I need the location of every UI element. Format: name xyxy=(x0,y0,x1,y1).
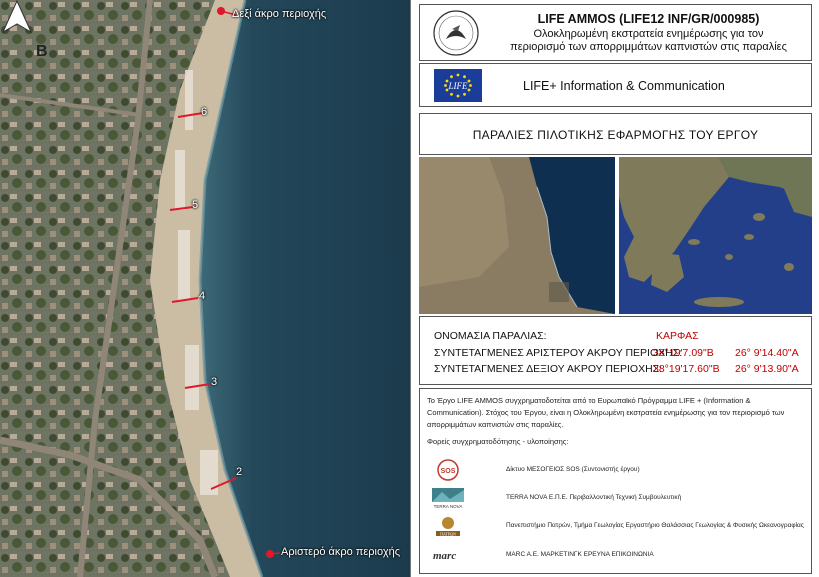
section-title: ΠΑΡΑΛΙΕΣ ΠΙΛΟΤΙΚΗΣ ΕΦΑΡΜΟΓΗΣ ΤΟΥ ΕΡΓΟΥ xyxy=(472,128,759,142)
svg-text:ΠΑΤΡΩΝ: ΠΑΤΡΩΝ xyxy=(440,531,456,536)
svg-text:SOS: SOS xyxy=(441,468,456,475)
program-label: LIFE+ Information & Communication xyxy=(523,79,725,93)
satellite-map: 6 5 4 3 2 Δεξί άκρο περιοχής Αριστερό άκ… xyxy=(0,0,411,577)
partner-row: marc MARC A.E. ΜΑΡΚΕΤΙΝΓΚ ΕΡΕΥΝΑ ΕΠΙΚΟΙΝ… xyxy=(430,544,810,566)
partner-text: TERRA NOVA Ε.Π.Ε. Περιβαλλοντική Τεχνική… xyxy=(506,494,682,501)
left-lat: 38°19'7.09"Β xyxy=(653,347,714,359)
life-ammos-logo-icon xyxy=(433,10,479,56)
left-lon: 26° 9'14.40"Α xyxy=(735,347,799,359)
marker-label: 4 xyxy=(199,290,206,302)
svg-text:TERRA NOVA: TERRA NOVA xyxy=(434,504,463,509)
right-lon: 26° 9'13.90"Α xyxy=(735,363,799,375)
beach-name-value: ΚΑΡΦΑΣ xyxy=(656,330,699,342)
partner-text: MARC A.E. ΜΑΡΚΕΤΙΝΓΚ ΕΡΕΥΝΑ ΕΠΙΚΟΙΝΩΝΙΑ xyxy=(506,551,654,558)
info-panel: LIFE AMMOS (LIFE12 INF/GR/000985) Ολοκλη… xyxy=(412,0,819,577)
location-maps xyxy=(419,157,812,314)
partner-row: SOS Δίκτυο ΜΕΣΟΓΕΙΟΣ SOS (Συντονιστής έρ… xyxy=(430,459,810,481)
project-title: LIFE AMMOS (LIFE12 INF/GR/000985) xyxy=(537,12,760,26)
right-end-label: Δεξί άκρο περιοχής xyxy=(232,8,327,20)
marker-label: 5 xyxy=(192,199,199,211)
project-header: LIFE AMMOS (LIFE12 INF/GR/000985) Ολοκλη… xyxy=(419,4,812,61)
project-subtitle: Ολοκληρωμένη εκστρατεία ενημέρωσης για τ… xyxy=(510,28,787,53)
partner-row: TERRA NOVA TERRA NOVA Ε.Π.Ε. Περιβαλλοντ… xyxy=(430,487,810,509)
description-text: Το Έργο LIFE AMMOS συγχρηματοδοτείται απ… xyxy=(427,396,785,429)
marker-label: 6 xyxy=(201,106,208,118)
compass-letter: B xyxy=(36,43,48,60)
marc-logo-icon: marc xyxy=(433,550,456,562)
left-coord-label: ΣΥΝΤΕΤΑΓΜΕΝΕΣ ΑΡΙΣΤΕΡΟΥ ΑΚΡΟΥ ΠΕΡΙΟΧΗΣ: xyxy=(434,347,683,359)
flag-text: LIFE xyxy=(448,81,469,91)
left-end-label: Αριστερό άκρο περιοχής xyxy=(281,546,401,558)
eu-flag-icon: LIFE xyxy=(434,69,482,102)
map-imagery xyxy=(0,0,410,577)
partners-title: Φορείς συγχρηματοδότησης - υλοποίησης: xyxy=(427,437,569,446)
mediterranean-sos-logo-icon: SOS xyxy=(437,459,459,481)
partner-row: ΠΑΤΡΩΝ Πανεπιστήμιο Πατρών, Τμήμα Γεωλογ… xyxy=(430,515,810,537)
marker-label: 2 xyxy=(236,466,243,478)
partner-text: Δίκτυο ΜΕΣΟΓΕΙΟΣ SOS (Συντονιστής έργου) xyxy=(506,466,640,473)
location-maps-imagery xyxy=(419,157,812,314)
university-patras-logo-icon: ΠΑΤΡΩΝ xyxy=(436,517,460,536)
svg-text:marc: marc xyxy=(433,550,456,562)
beach-name-label: ΟΝΟΜΑΣΙΑ ΠΑΡΑΛΙΑΣ: xyxy=(434,330,547,342)
partner-text: Πανεπιστήμιο Πατρών, Τμήμα Γεωλογίας Εργ… xyxy=(506,522,804,529)
beach-info: ΟΝΟΜΑΣΙΑ ΠΑΡΑΛΙΑΣ: ΚΑΡΦΑΣ ΣΥΝΤΕΤΑΓΜΕΝΕΣ … xyxy=(419,316,812,385)
marker-label: 3 xyxy=(211,376,218,388)
right-lat: 38°19'17.60"Β xyxy=(653,363,720,375)
section-title-box: ΠΑΡΑΛΙΕΣ ΠΙΛΟΤΙΚΗΣ ΕΦΑΡΜΟΓΗΣ ΤΟΥ ΕΡΓΟΥ xyxy=(419,113,812,155)
right-coord-label: ΣΥΝΤΕΤΑΓΜΕΝΕΣ ΔΕΞΙΟΥ ΑΚΡΟΥ ΠΕΡΙΟΧΗΣ: xyxy=(434,363,663,375)
project-description: Το Έργο LIFE AMMOS συγχρηματοδοτείται απ… xyxy=(419,388,812,574)
program-box: LIFE LIFE+ Information & Communication xyxy=(419,63,812,107)
terra-nova-logo-icon: TERRA NOVA xyxy=(432,488,464,509)
north-arrow-icon xyxy=(1,0,33,34)
